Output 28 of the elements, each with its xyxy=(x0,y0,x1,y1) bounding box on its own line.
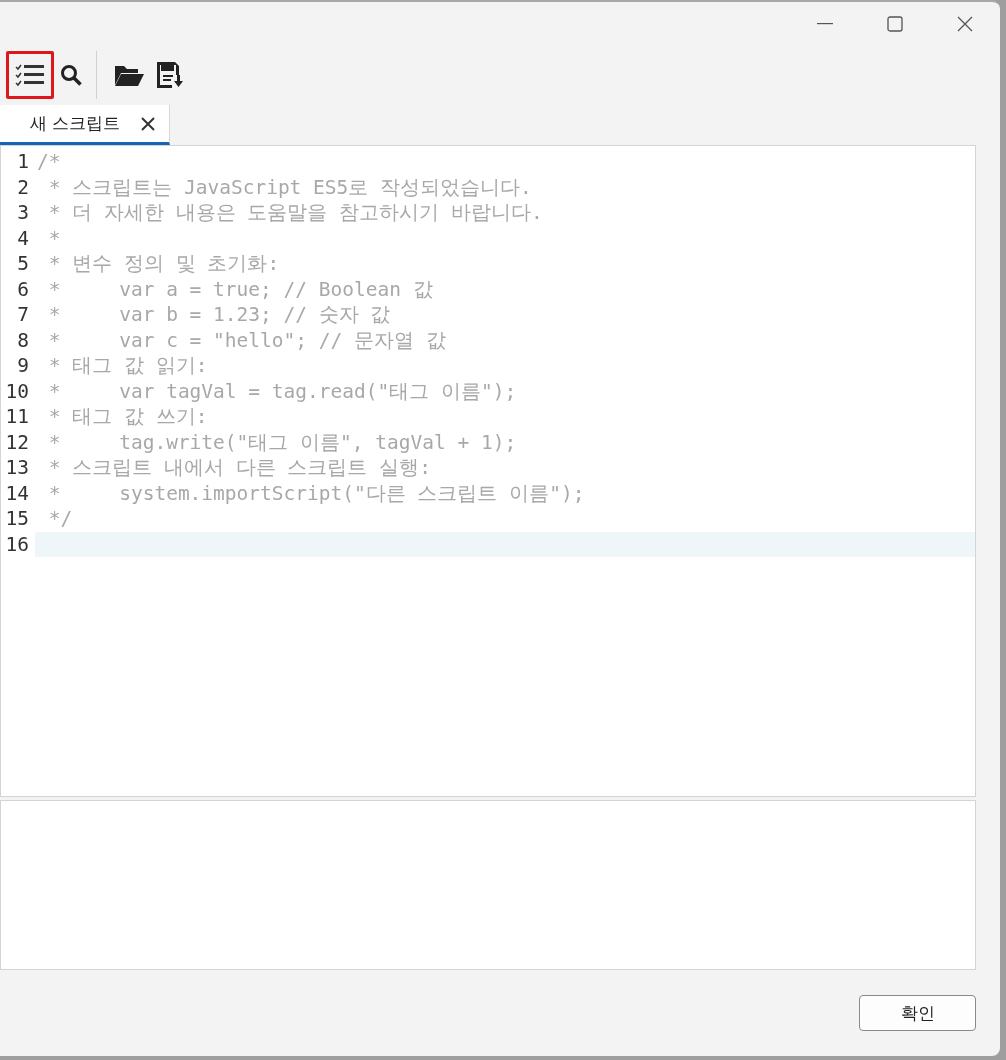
maximize-icon[interactable] xyxy=(887,15,903,32)
ok-button[interactable]: 확인 xyxy=(859,995,976,1031)
code-line: */ xyxy=(47,507,73,531)
code-line: * 태그 값 쓰기: xyxy=(47,404,208,431)
tab-label: 새 스크립트 xyxy=(30,112,121,135)
code-line: * 스크립트 내에서 다른 스크립트 실행: xyxy=(47,455,431,482)
script-tab[interactable]: 새 스크립트 xyxy=(0,105,170,145)
code-line: * 태그 값 읽기: xyxy=(47,353,208,380)
folder-icon xyxy=(114,63,144,87)
code-line: * system.importScript("다른 스크립트 이름"); xyxy=(47,480,585,507)
close-icon[interactable] xyxy=(141,116,155,131)
line-number: 16 xyxy=(1,531,35,557)
code-line: * var a = true; // Boolean 값 xyxy=(47,276,433,303)
code-line: * var c = "hello"; // 문자열 값 xyxy=(47,327,446,354)
code-line: * tag.write("태그 이름", tagVal + 1); xyxy=(47,429,517,456)
code-line: * 더 자세한 내용은 도움말을 참고하시기 바랍니다. xyxy=(47,200,543,227)
save-icon xyxy=(156,61,184,89)
code-line: * var b = 1.23; // 숫자 값 xyxy=(47,302,391,329)
code-line: * var tagVal = tag.read("태그 이름"); xyxy=(47,378,517,405)
code-line: /* xyxy=(36,150,61,174)
close-icon[interactable] xyxy=(957,15,973,32)
minimize-icon[interactable] xyxy=(817,22,833,25)
checklist-tool[interactable] xyxy=(6,51,54,99)
checklist-icon xyxy=(15,63,45,87)
search-icon xyxy=(60,64,82,86)
code-line: * 변수 정의 및 초기화: xyxy=(47,251,280,278)
code-line: * xyxy=(47,226,61,250)
code-line: * 스크립트는 JavaScript ES5로 작성되었습니다. xyxy=(47,174,532,201)
